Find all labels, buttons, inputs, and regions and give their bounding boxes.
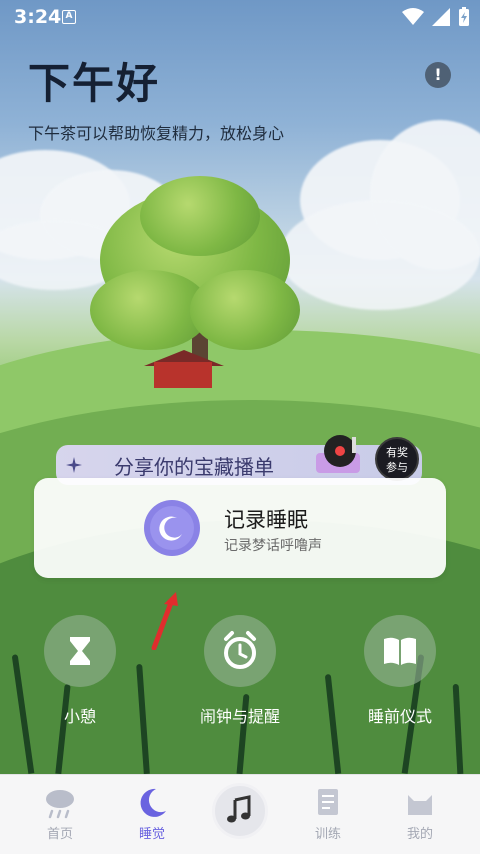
- banner-title: 分享你的宝藏播单: [114, 455, 274, 479]
- alarm-clock-icon: [204, 615, 276, 687]
- record-sleep-subtitle: 记录梦话呼噜声: [224, 538, 322, 554]
- cat-face-icon: [400, 785, 440, 821]
- moon-icon: [132, 785, 172, 821]
- tab-profile[interactable]: 我的: [380, 785, 460, 842]
- record-sleep-card[interactable]: 记录睡眠 记录梦话呼噜声: [34, 478, 446, 578]
- signal-icon: [432, 8, 450, 26]
- tab-sleep[interactable]: 睡觉: [112, 785, 192, 842]
- moon-icon: [144, 500, 200, 556]
- tab-label: 我的: [406, 827, 433, 842]
- tab-label: 训练: [314, 827, 341, 842]
- quick-action-label: 小憩: [63, 707, 96, 726]
- cloud-rain-icon: [40, 785, 80, 821]
- quick-action-alarm[interactable]: 闹钟与提醒: [180, 615, 300, 727]
- exclamation-icon[interactable]: !: [425, 62, 451, 88]
- vinyl-record-icon: [316, 435, 360, 473]
- music-play-button[interactable]: [212, 783, 268, 839]
- status-time: 3:24: [14, 6, 62, 28]
- bottom-tab-bar: 首页 睡觉 训练 我的: [0, 774, 480, 854]
- red-arrow-icon: [151, 592, 178, 650]
- wifi-icon: [402, 8, 424, 25]
- record-sleep-title: 记录睡眠: [224, 508, 308, 532]
- prize-badge-line1: 有奖: [386, 446, 408, 459]
- battery-icon: [459, 7, 469, 26]
- greeting-subtitle: 下午茶可以帮助恢复精力，放松身心: [28, 124, 285, 143]
- tab-home[interactable]: 首页: [20, 785, 100, 842]
- hourglass-icon: [44, 615, 116, 687]
- prize-badge-line2: 参与: [386, 461, 408, 474]
- tab-label: 首页: [46, 827, 73, 842]
- sparkle-icon: [66, 457, 82, 473]
- quick-action-label: 睡前仪式: [367, 707, 432, 726]
- quick-action-label: 闹钟与提醒: [199, 707, 280, 726]
- tab-training[interactable]: 训练: [288, 785, 368, 842]
- music-note-icon: [227, 795, 251, 823]
- quick-action-ritual[interactable]: 睡前仪式: [340, 615, 460, 727]
- book-icon: [364, 615, 436, 687]
- tab-label: 睡觉: [138, 827, 165, 842]
- status-icons: [402, 7, 470, 27]
- greeting-title: 下午好: [28, 59, 161, 108]
- notebook-icon: [308, 785, 348, 821]
- prize-badge: 有奖 参与: [375, 437, 419, 481]
- quick-action-nap[interactable]: 小憩: [20, 615, 140, 727]
- status-bar: 3:24 A: [0, 0, 480, 36]
- notification-badge: A: [62, 10, 76, 24]
